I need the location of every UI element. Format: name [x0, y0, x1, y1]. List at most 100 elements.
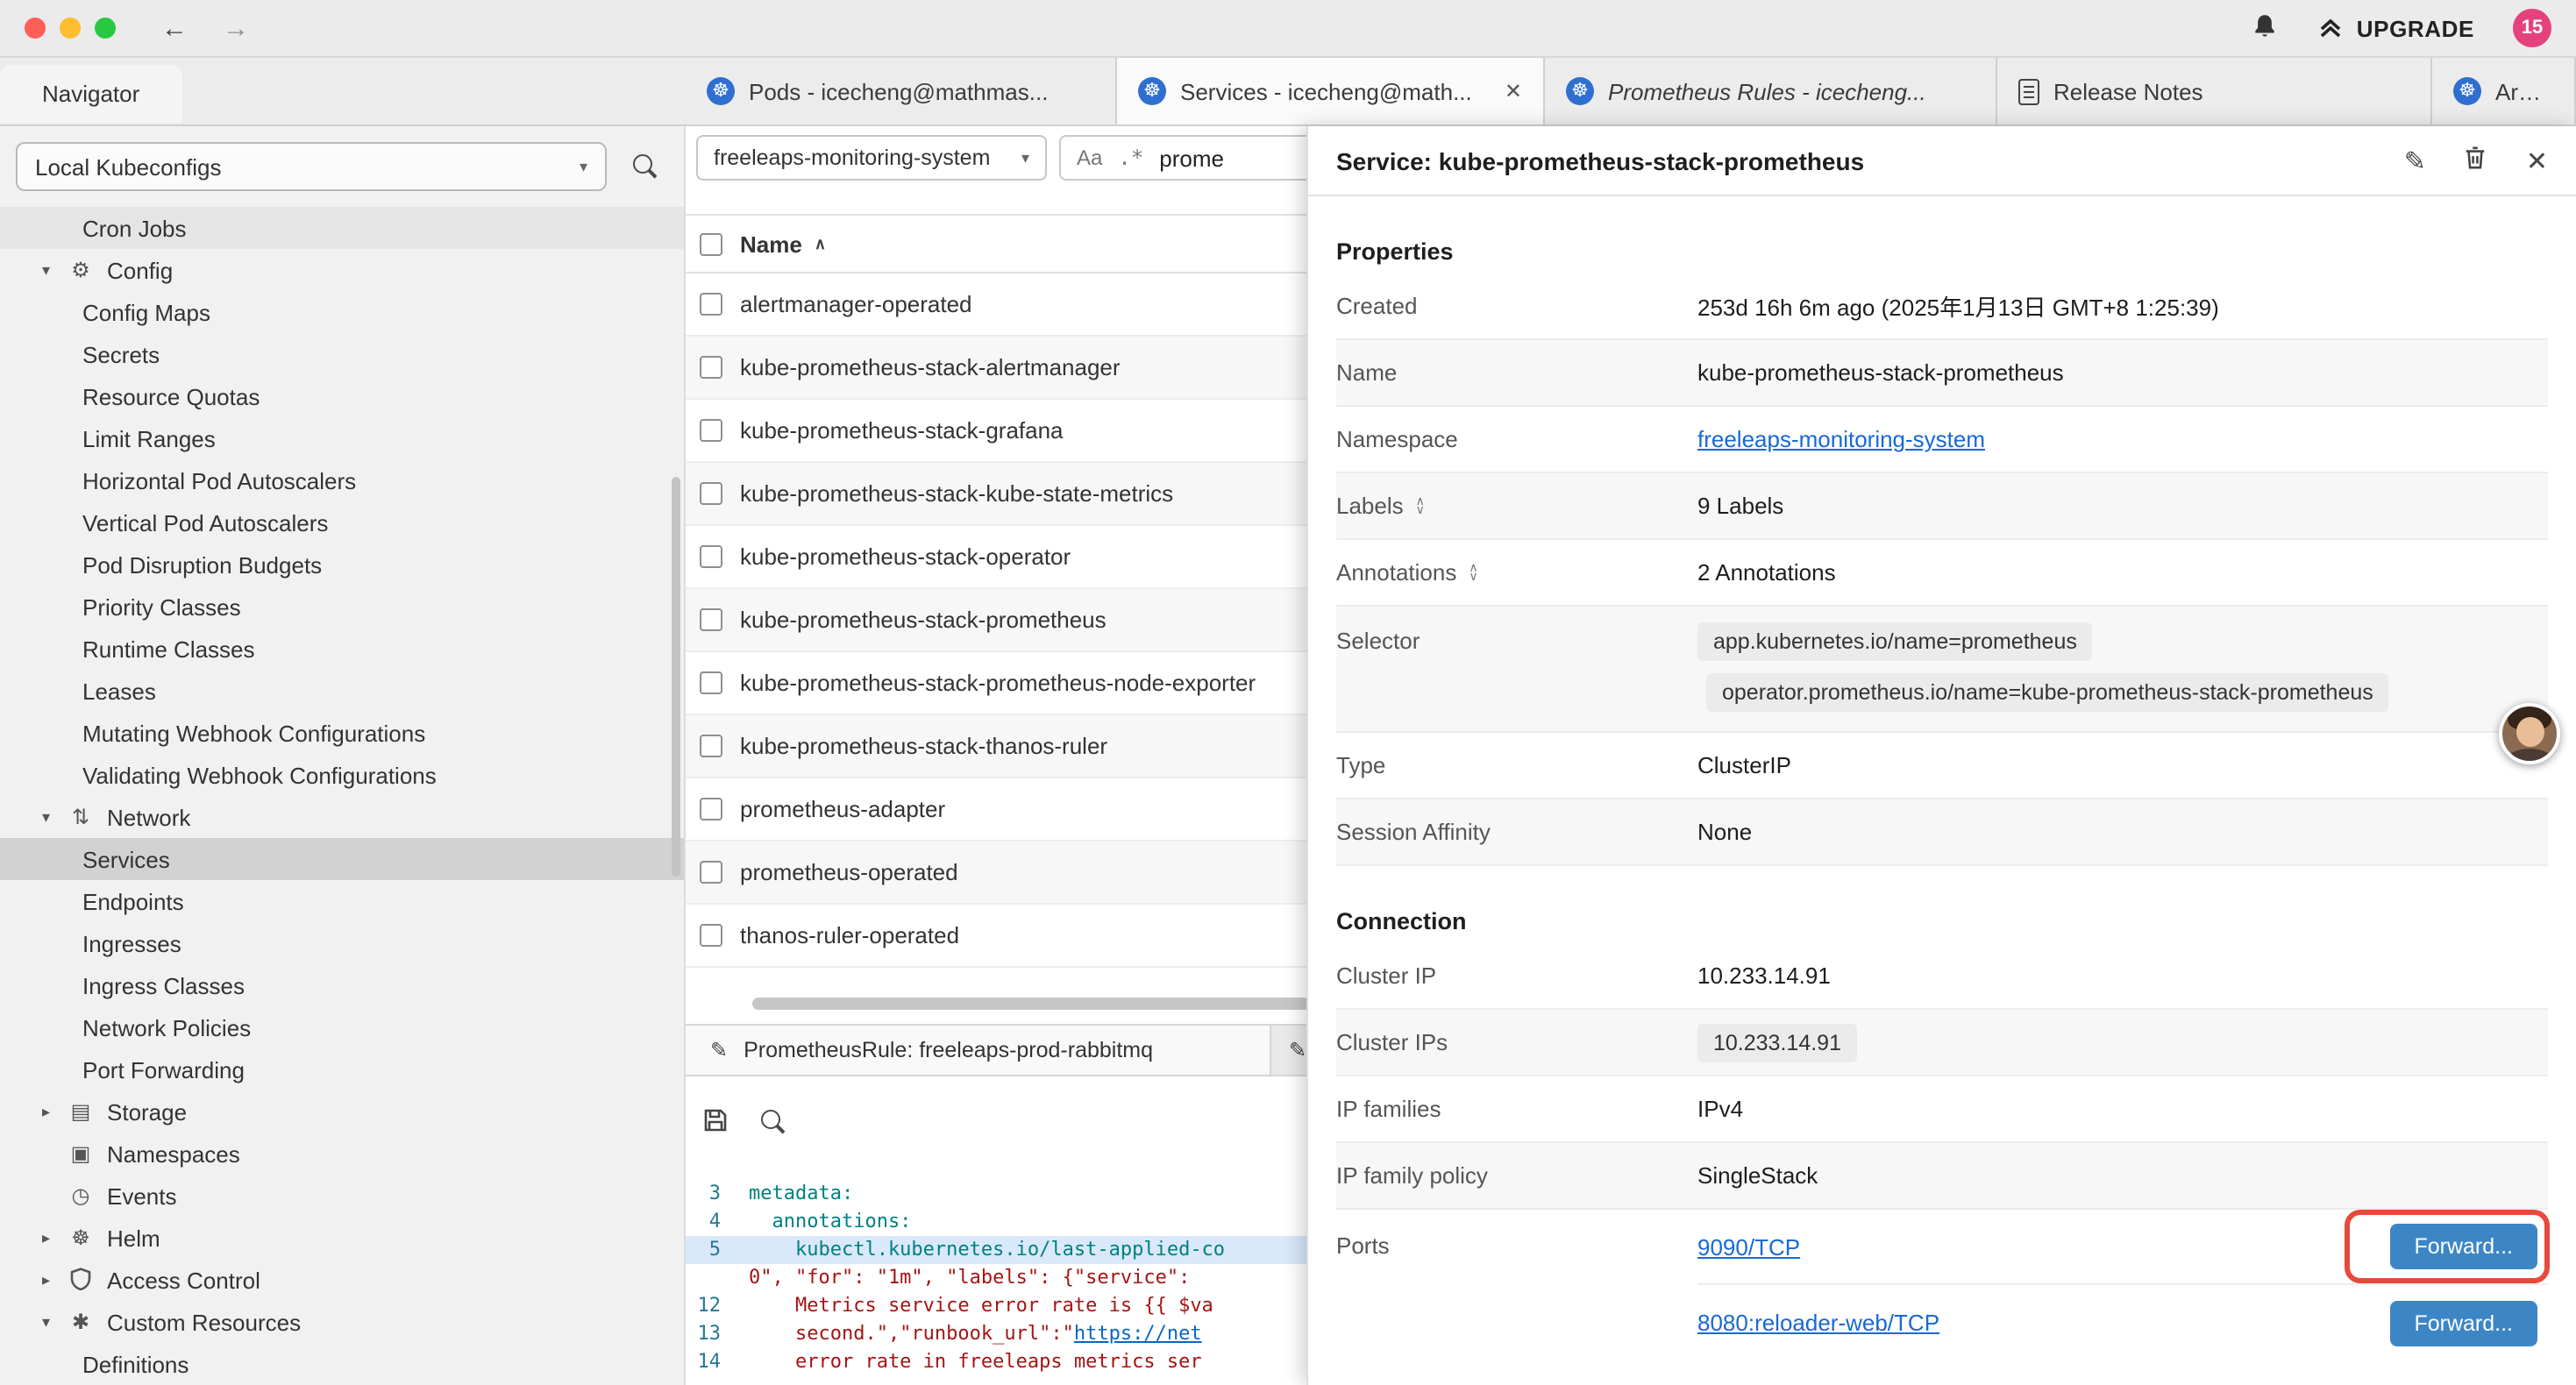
namespace-filter-select[interactable]: freeleaps-monitoring-system ▾	[696, 135, 1047, 181]
save-icon[interactable]	[703, 1107, 728, 1137]
detail-label: Annotations ∧∨	[1336, 559, 1697, 586]
sidebar-item-label: Ingress Classes	[82, 972, 245, 998]
edit-resource-icon[interactable]: ✎	[2404, 145, 2426, 176]
sidebar-item-endpoints[interactable]: Endpoints	[0, 880, 684, 922]
row-name: thanos-ruler-operated	[740, 922, 959, 948]
detail-value: 9 Labels	[1697, 493, 1783, 519]
chevron-down-icon: ▾	[580, 157, 587, 176]
close-drawer-icon[interactable]: ✕	[2526, 145, 2548, 176]
tab-pods-icecheng-mathmas[interactable]: ☸Pods - icecheng@mathmas...	[686, 58, 1117, 124]
row-checkbox[interactable]	[700, 924, 722, 947]
row-checkbox[interactable]	[700, 798, 722, 820]
chevron-right-icon[interactable]: ▸	[42, 1228, 67, 1247]
back-button[interactable]: ←	[161, 13, 188, 43]
sidebar-item-storage[interactable]: ▸▤Storage	[0, 1090, 684, 1133]
sidebar-item-helm[interactable]: ▸☸Helm	[0, 1217, 684, 1259]
row-checkbox[interactable]	[700, 293, 722, 316]
detail-label-text: Selector	[1336, 628, 1420, 654]
sidebar-item-namespaces[interactable]: ▣Namespaces	[0, 1133, 684, 1175]
sidebar-item-services[interactable]: Services	[0, 838, 684, 880]
navigator-label[interactable]: Navigator	[0, 65, 181, 123]
sidebar-item-ingress-classes[interactable]: Ingress Classes	[0, 964, 684, 1006]
name-column-header[interactable]: Name	[740, 231, 802, 257]
chevron-right-icon[interactable]: ▸	[42, 1102, 67, 1121]
row-checkbox[interactable]	[700, 545, 722, 568]
sidebar-item-ingresses[interactable]: Ingresses	[0, 922, 684, 964]
search-input[interactable]: prome	[1159, 145, 1224, 171]
tab-services-icecheng-math[interactable]: ☸Services - icecheng@math...✕	[1117, 58, 1545, 124]
port-link[interactable]: 9090/TCP	[1697, 1233, 1800, 1260]
url-token[interactable]: https://net	[1074, 1322, 1202, 1345]
chevron-down-icon[interactable]: ▾	[42, 1312, 67, 1332]
sidebar-item-leases[interactable]: Leases	[0, 670, 684, 712]
sidebar-item-port-forwarding[interactable]: Port Forwarding	[0, 1048, 684, 1090]
sidebar-search-icon[interactable]	[631, 153, 659, 181]
sidebar-item-config-maps[interactable]: Config Maps	[0, 291, 684, 333]
sidebar-item-vertical-pod-autoscalers[interactable]: Vertical Pod Autoscalers	[0, 501, 684, 543]
minimize-window-button[interactable]	[60, 18, 81, 39]
sidebar-item-network[interactable]: ▾⇅Network	[0, 796, 684, 838]
forward-button[interactable]: Forward...	[2389, 1224, 2537, 1269]
sidebar-item-secrets[interactable]: Secrets	[0, 333, 684, 375]
sidebar-item-label: Namespaces	[107, 1140, 240, 1167]
detail-label-text: Ports	[1336, 1232, 1390, 1259]
regex-toggle[interactable]: .*	[1118, 146, 1143, 170]
edit-icon: ✎	[1289, 1038, 1306, 1062]
delete-resource-icon[interactable]	[2465, 146, 2487, 175]
sidebar-item-mutating-webhook-configurations[interactable]: Mutating Webhook Configurations	[0, 712, 684, 754]
row-checkbox[interactable]	[700, 861, 722, 884]
select-all-checkbox[interactable]	[700, 232, 722, 255]
sidebar-item-events[interactable]: ◷Events	[0, 1175, 684, 1217]
tab-argo-s[interactable]: ☸Argo S	[2432, 58, 2576, 124]
row-checkbox[interactable]	[700, 419, 722, 442]
detail-value: 10.233.14.91	[1697, 962, 1831, 989]
tab-prometheus-rules-icecheng[interactable]: ☸Prometheus Rules - icecheng...	[1545, 58, 1997, 124]
user-avatar[interactable]	[2499, 703, 2560, 764]
chevron-right-icon[interactable]: ▸	[42, 1270, 67, 1289]
sort-toggle-icon[interactable]: ∧∨	[1469, 564, 1477, 581]
tab-release-notes[interactable]: Release Notes	[1997, 58, 2432, 124]
sidebar-scrollbar[interactable]	[672, 477, 680, 877]
dock-tab-prometheusrule[interactable]: ✎ PrometheusRule: freeleaps-prod-rabbitm…	[686, 1026, 1271, 1075]
sidebar-item-access-control[interactable]: ▸Access Control	[0, 1259, 684, 1301]
detail-label-text: Annotations	[1336, 559, 1456, 586]
notification-count-badge[interactable]: 15	[2513, 9, 2551, 47]
sidebar-item-horizontal-pod-autoscalers[interactable]: Horizontal Pod Autoscalers	[0, 459, 684, 501]
match-case-toggle[interactable]: Aa	[1077, 146, 1102, 170]
detail-value[interactable]: freeleaps-monitoring-system	[1697, 426, 1985, 452]
code-text: Metrics service error rate is {{ $va	[749, 1292, 1213, 1320]
close-tab-icon[interactable]: ✕	[1505, 79, 1522, 103]
sidebar-item-limit-ranges[interactable]: Limit Ranges	[0, 417, 684, 459]
sidebar-item-validating-webhook-configurations[interactable]: Validating Webhook Configurations	[0, 754, 684, 796]
port-link[interactable]: 8080:reloader-web/TCP	[1697, 1310, 1939, 1336]
horizontal-scrollbar[interactable]	[752, 998, 1310, 1010]
row-checkbox[interactable]	[700, 482, 722, 505]
drawer-title: Service: kube-prometheus-stack-prometheu…	[1336, 146, 1864, 174]
editor-search-icon[interactable]	[759, 1108, 787, 1136]
row-checkbox[interactable]	[700, 356, 722, 379]
forward-button[interactable]: →	[223, 13, 249, 43]
application-window: ← → UPGRADE 15 Navigator ☸Pods - icechen…	[0, 0, 2576, 1385]
detail-label: IP family policy	[1336, 1162, 1697, 1189]
row-checkbox[interactable]	[700, 608, 722, 631]
sidebar-item-definitions[interactable]: Definitions	[0, 1343, 684, 1385]
row-checkbox[interactable]	[700, 671, 722, 694]
sidebar-item-runtime-classes[interactable]: Runtime Classes	[0, 628, 684, 670]
sidebar-item-resource-quotas[interactable]: Resource Quotas	[0, 375, 684, 417]
kubeconfig-selector[interactable]: Local Kubeconfigs ▾	[16, 142, 607, 191]
close-window-button[interactable]	[25, 18, 46, 39]
sort-toggle-icon[interactable]: ∧∨	[1416, 497, 1425, 515]
sidebar-item-custom-resources[interactable]: ▾✱Custom Resources	[0, 1301, 684, 1343]
chevron-down-icon[interactable]: ▾	[42, 260, 67, 280]
maximize-window-button[interactable]	[95, 18, 116, 39]
sidebar-item-cron-jobs[interactable]: Cron Jobs	[0, 207, 684, 249]
upgrade-button[interactable]: UPGRADE	[2316, 14, 2474, 42]
sidebar-item-priority-classes[interactable]: Priority Classes	[0, 586, 684, 628]
sidebar-item-pod-disruption-budgets[interactable]: Pod Disruption Budgets	[0, 543, 684, 586]
notifications-bell-icon[interactable]	[2252, 11, 2278, 45]
sidebar-item-network-policies[interactable]: Network Policies	[0, 1006, 684, 1048]
forward-button[interactable]: Forward...	[2389, 1300, 2537, 1346]
sidebar-item-config[interactable]: ▾⚙Config	[0, 249, 684, 291]
chevron-down-icon[interactable]: ▾	[42, 807, 67, 827]
row-checkbox[interactable]	[700, 735, 722, 757]
